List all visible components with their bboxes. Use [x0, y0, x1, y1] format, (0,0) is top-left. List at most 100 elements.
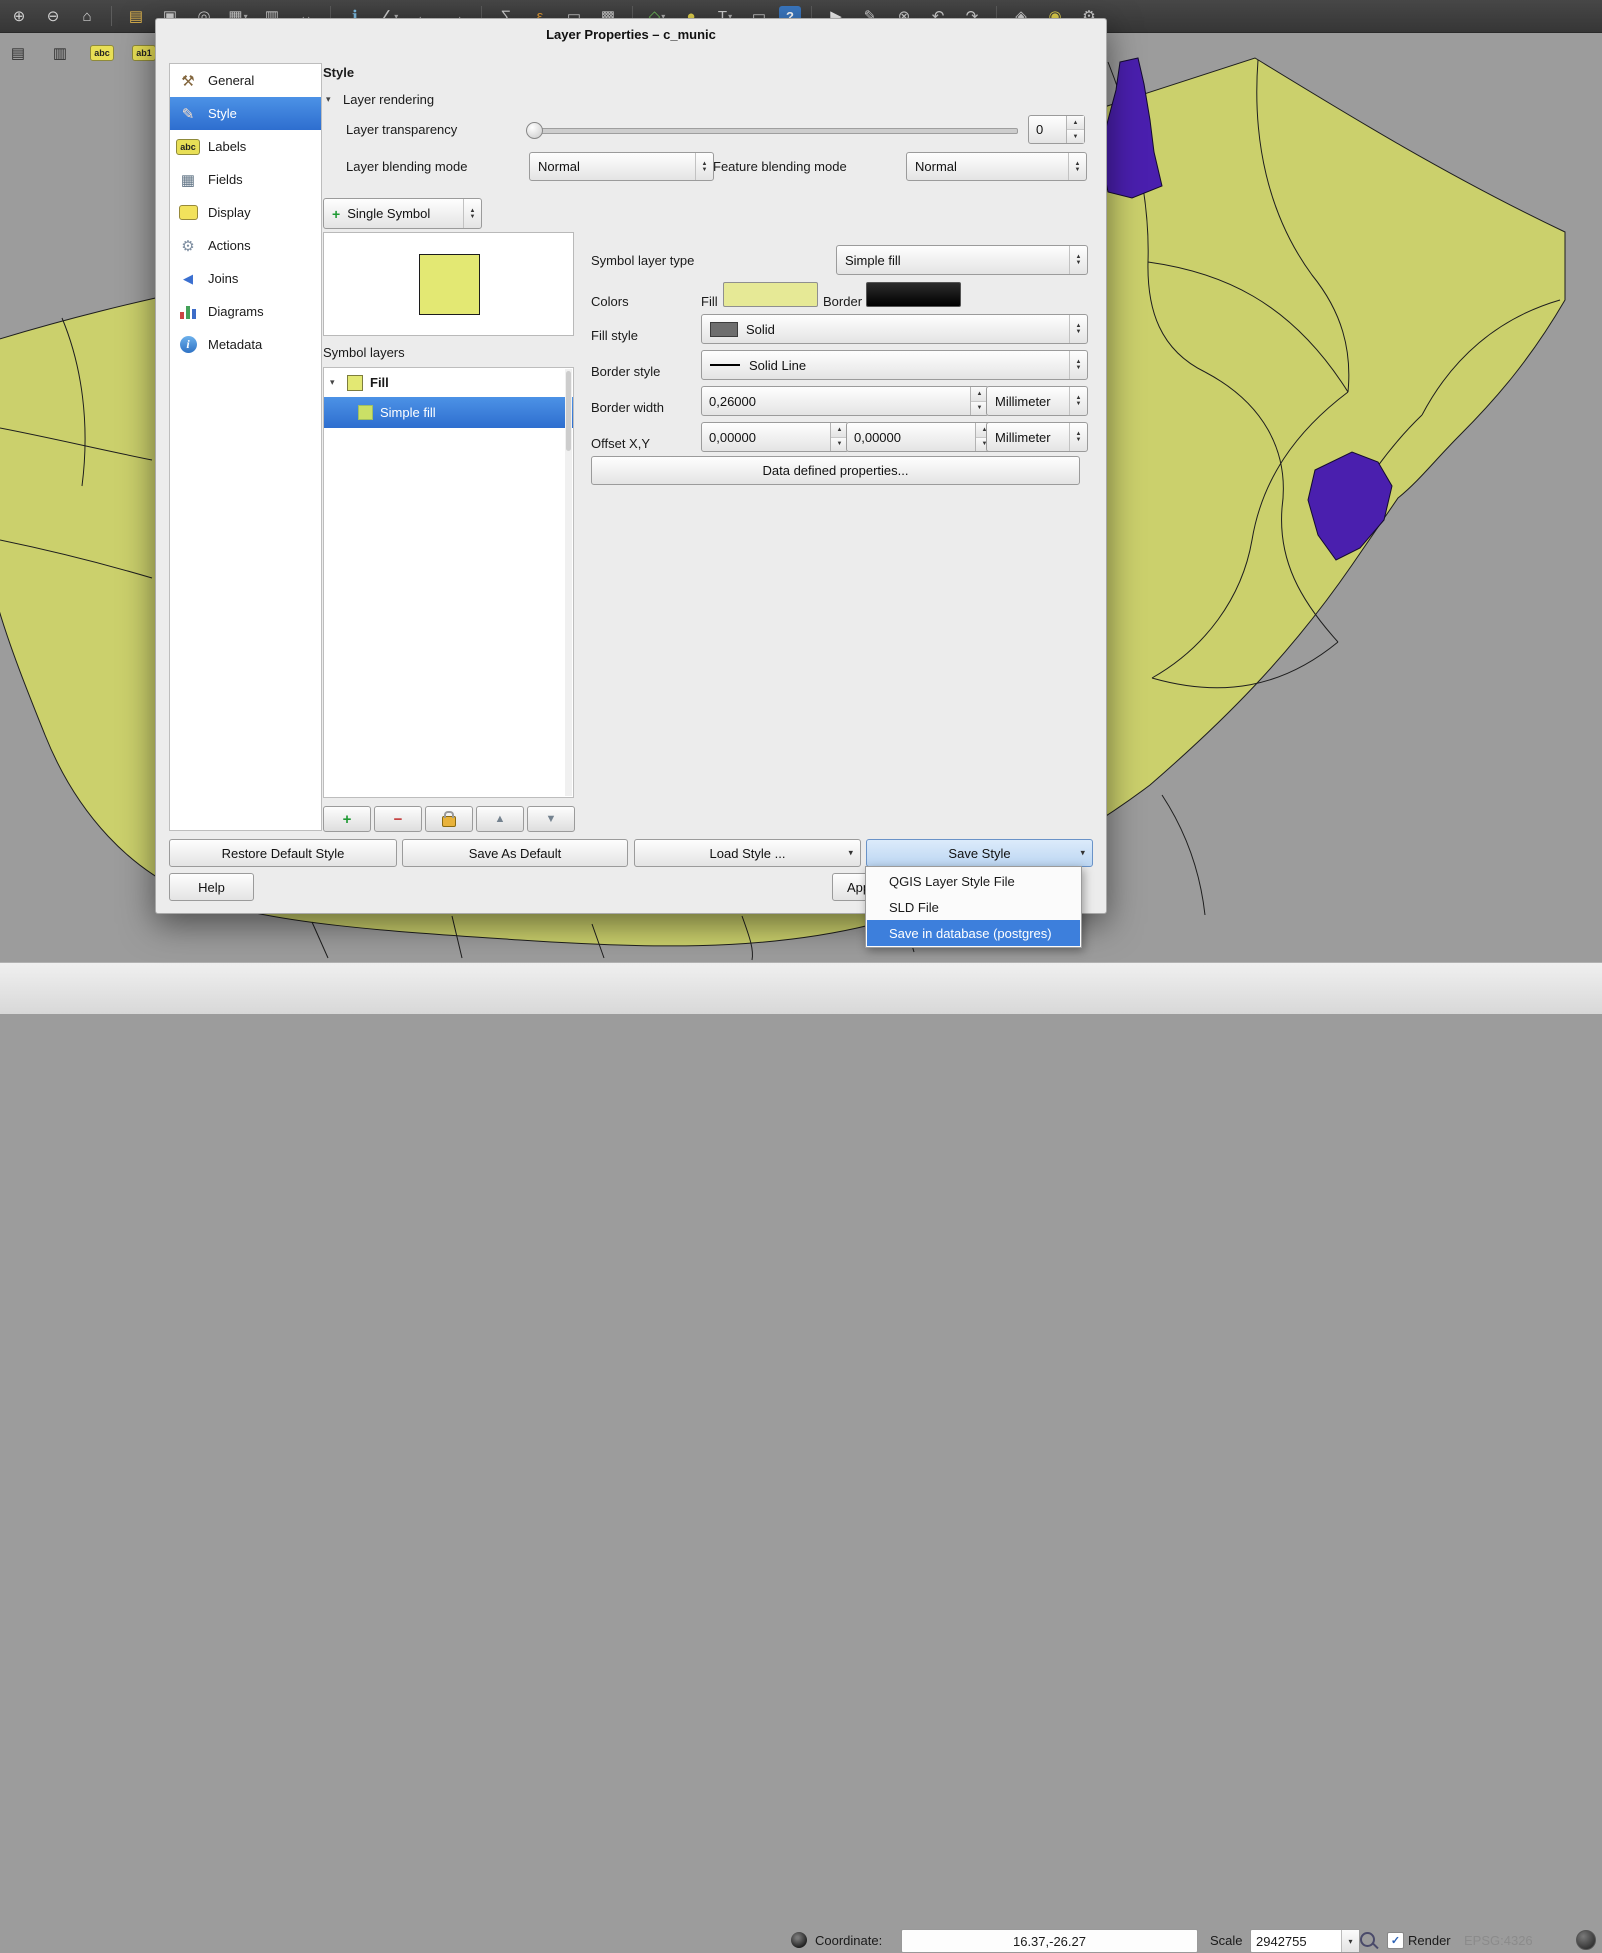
mouse-position-icon[interactable] [791, 1932, 807, 1948]
bar-chart-icon [177, 301, 199, 323]
layer-properties-dialog: Layer Properties – c_munic ⚒ General ✎ S… [155, 18, 1107, 914]
feature-blending-label: Feature blending mode [713, 159, 847, 174]
layer-rendering-toggle[interactable]: ▾ Layer rendering [326, 92, 434, 107]
fill-style-value: Solid [746, 322, 775, 337]
border-width-unit: Millimeter [995, 394, 1051, 409]
bars-shape [180, 305, 196, 319]
transparency-slider-handle[interactable] [526, 122, 543, 139]
sidebar-item-actions[interactable]: ⚙ Actions [170, 229, 321, 262]
minus-icon: − [394, 812, 403, 827]
tree-row-simple-fill[interactable]: Simple fill [324, 397, 573, 428]
sidebar-item-label: Joins [208, 271, 238, 286]
sidebar-item-display[interactable]: Display [170, 196, 321, 229]
tree-row-fill[interactable]: ▾ Fill [324, 368, 573, 397]
menu-item-label: Save in database (postgres) [889, 926, 1052, 941]
fill-color-swatch[interactable] [723, 282, 818, 307]
feature-blending-value: Normal [915, 159, 957, 174]
sidebar-item-general[interactable]: ⚒ General [170, 64, 321, 97]
sidebar-item-joins[interactable]: ◀ Joins [170, 262, 321, 295]
spin-arrows[interactable]: ▲▼ [1066, 116, 1084, 143]
renderer-value: Single Symbol [347, 206, 430, 221]
combo-down-icon: ▼ [470, 214, 476, 220]
simple-fill-swatch-icon [358, 405, 373, 420]
offset-x-spinbox[interactable]: 0,00000 ▲▼ [701, 422, 849, 452]
zoom-in-icon[interactable]: ⊕ [5, 4, 33, 28]
save-style-button[interactable]: Save Style ▾ [866, 839, 1093, 867]
coordinate-field[interactable]: 16.37,-26.27 [901, 1929, 1198, 1953]
move-down-button[interactable]: ▼ [527, 806, 575, 832]
load-style-button[interactable]: Load Style ... ▾ [634, 839, 861, 867]
sidebar-item-label: Display [208, 205, 251, 220]
move-label-icon[interactable]: ab1 [130, 40, 158, 66]
border-width-spinbox[interactable]: 0,26000 ▲▼ [701, 386, 989, 416]
help-button[interactable]: Help [169, 873, 254, 901]
save-as-default-button[interactable]: Save As Default [402, 839, 628, 867]
combo-arrows: ▲▼ [1069, 351, 1087, 379]
lock-symbol-layer-button[interactable] [425, 806, 473, 832]
zoom-out-icon[interactable]: ⊖ [39, 4, 67, 28]
style-heading: Style [323, 65, 354, 80]
border-width-value: 0,26000 [709, 394, 756, 409]
border-style-combo[interactable]: Solid Line ▲▼ [701, 350, 1088, 380]
zoom-full-icon[interactable]: ⌂ [73, 4, 101, 28]
sidebar-item-diagrams[interactable]: Diagrams [170, 295, 321, 328]
offset-unit-combo[interactable]: Millimeter ▲▼ [986, 422, 1088, 452]
icon-glyph: ⊕ [13, 7, 26, 25]
render-checkbox[interactable]: ✓ [1387, 1932, 1404, 1949]
dropdown-caret-icon: ▾ [1080, 848, 1085, 859]
sidebar-item-metadata[interactable]: i Metadata [170, 328, 321, 361]
menu-item-save-in-database[interactable]: Save in database (postgres) [867, 920, 1080, 946]
fill-style-label: Fill style [591, 328, 638, 343]
sidebar-item-label: Actions [208, 238, 251, 253]
label-toolbar: ▤ ▥ abc ab1 [4, 40, 158, 66]
border-color-swatch[interactable] [866, 282, 961, 307]
layer-blending-combo[interactable]: Normal ▲▼ [529, 152, 714, 181]
tree-expander-icon: ▾ [330, 377, 340, 388]
crs-icon[interactable] [1576, 1930, 1596, 1950]
tree-scrollbar-thumb[interactable] [566, 371, 571, 451]
sidebar-item-label: Style [208, 106, 237, 121]
feature-blending-combo[interactable]: Normal ▲▼ [906, 152, 1087, 181]
icon-glyph: ▤ [129, 7, 143, 25]
fill-style-combo[interactable]: Solid ▲▼ [701, 314, 1088, 344]
paste-style-icon[interactable]: ▤ [4, 40, 32, 66]
solid-line-swatch [710, 364, 740, 366]
transparency-slider-track[interactable] [531, 128, 1018, 134]
speech-bubble-icon [177, 202, 199, 224]
offset-y-spinbox[interactable]: 0,00000 ▲▼ [846, 422, 994, 452]
border-width-label: Border width [591, 400, 664, 415]
epsg-label: EPSG:4326 [1464, 1933, 1533, 1948]
menu-item-qgis-style-file[interactable]: QGIS Layer Style File [867, 868, 1080, 894]
offset-y-value: 0,00000 [854, 430, 901, 445]
remove-symbol-layer-button[interactable]: − [374, 806, 422, 832]
scale-combo[interactable]: 2942755 ▾ [1250, 1929, 1360, 1953]
border-width-unit-combo[interactable]: Millimeter ▲▼ [986, 386, 1088, 416]
info-circle-icon: i [177, 334, 199, 356]
menu-item-sld-file[interactable]: SLD File [867, 894, 1080, 920]
combo-arrows: ▲▼ [1069, 423, 1087, 451]
combo-down-icon: ▼ [1076, 365, 1082, 371]
render-label: Render [1408, 1933, 1451, 1948]
move-up-button[interactable]: ▲ [476, 806, 524, 832]
magnifier-lock-icon[interactable] [1360, 1932, 1375, 1947]
layer-rendering-label: Layer rendering [343, 92, 434, 107]
clipboard-icon[interactable]: ▥ [46, 40, 74, 66]
transparency-spinbox[interactable]: 0 ▲▼ [1028, 115, 1085, 144]
sidebar-item-label: Metadata [208, 337, 262, 352]
sidebar-item-fields[interactable]: ▦ Fields [170, 163, 321, 196]
layers-icon[interactable]: ▤ [122, 4, 150, 28]
tree-scrollbar[interactable] [565, 369, 572, 796]
ab1-badge: ab1 [132, 45, 156, 61]
symbol-layer-type-combo[interactable]: Simple fill ▲▼ [836, 245, 1088, 275]
data-defined-properties-button[interactable]: Data defined properties... [591, 456, 1080, 485]
sidebar-item-style[interactable]: ✎ Style [170, 97, 321, 130]
add-symbol-layer-button[interactable]: + [323, 806, 371, 832]
renderer-combo[interactable]: + Single Symbol ▲▼ [323, 198, 482, 229]
labeling-icon[interactable]: abc [88, 40, 116, 66]
combo-arrows: ▲▼ [1069, 246, 1087, 274]
toolbar-separator [111, 6, 112, 26]
sidebar-item-labels[interactable]: abc Labels [170, 130, 321, 163]
button-label: Load Style ... [710, 846, 786, 861]
combo-arrows: ▲▼ [1069, 315, 1087, 343]
restore-default-style-button[interactable]: Restore Default Style [169, 839, 397, 867]
